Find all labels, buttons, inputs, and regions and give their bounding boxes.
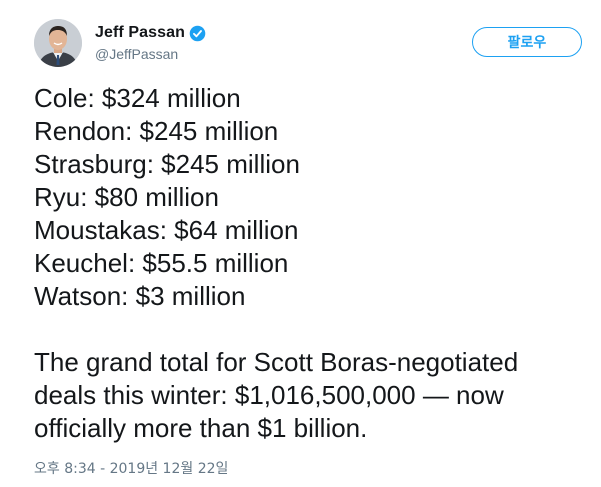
tweet-paragraph-line: deals this winter: $1,016,500,000 — now: [34, 380, 504, 410]
follow-button[interactable]: 팔로우: [472, 27, 582, 57]
tweet-paragraph-line: officially more than $1 billion.: [34, 413, 368, 443]
tweet-line: Keuchel: $55.5 million: [34, 248, 289, 278]
tweet-timestamp[interactable]: 오후 8:34 - 2019년 12월 22일: [34, 458, 228, 478]
tweet-line: Strasburg: $245 million: [34, 149, 300, 179]
tweet-paragraph-line: The grand total for Scott Boras-negotiat…: [34, 347, 519, 377]
author-name-row: Jeff Passan: [95, 23, 206, 43]
avatar[interactable]: [34, 19, 82, 67]
tweet-text: Cole: $324 million Rendon: $245 million …: [34, 82, 594, 445]
tweet-card: Jeff Passan @JeffPassan 팔로우 Cole: $324 m…: [0, 0, 601, 487]
profile-photo-icon: [34, 19, 82, 67]
tweet-line: Rendon: $245 million: [34, 116, 279, 146]
verified-badge-icon: [189, 25, 206, 42]
paragraph-break: [34, 313, 594, 346]
tweet-line: Ryu: $80 million: [34, 182, 219, 212]
tweet-line: Cole: $324 million: [34, 83, 241, 113]
tweet-line: Moustakas: $64 million: [34, 215, 299, 245]
author-handle[interactable]: @JeffPassan: [95, 46, 178, 62]
author-display-name[interactable]: Jeff Passan: [95, 24, 185, 42]
tweet-line: Watson: $3 million: [34, 281, 246, 311]
